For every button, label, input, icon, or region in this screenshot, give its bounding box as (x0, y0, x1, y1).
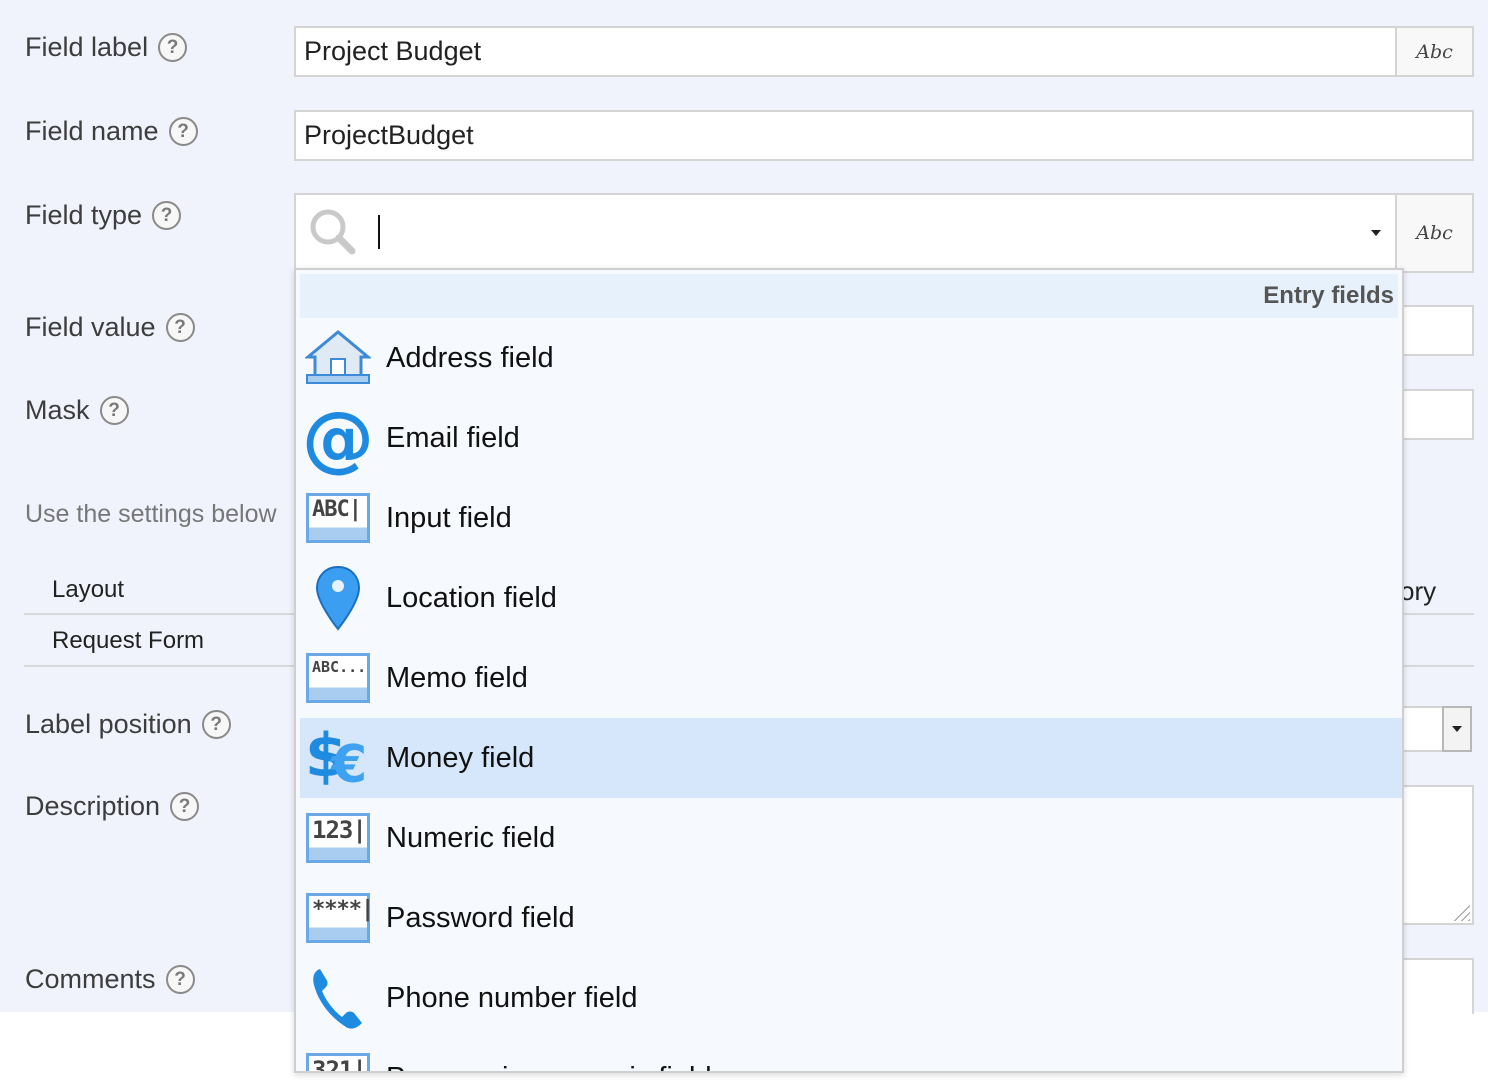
help-icon[interactable]: ? (168, 117, 198, 146)
option-progressive-numeric-field[interactable]: 321| Progressive numeric field (300, 1038, 1402, 1071)
mask-label: Mask ? (25, 395, 129, 426)
search-icon (310, 209, 356, 255)
option-input-field[interactable]: ABC | Input field (300, 478, 1402, 558)
group-header: Entry fields (300, 274, 1398, 318)
label-position-select[interactable] (1400, 706, 1444, 752)
at-sign-icon: @ (302, 396, 374, 480)
numeric-icon: 123 | (304, 804, 372, 872)
field-name-label: Field name ? (25, 116, 198, 147)
map-pin-icon (304, 564, 372, 632)
help-icon[interactable]: ? (170, 792, 200, 821)
layout-column-header: Layout (52, 576, 125, 603)
memo-icon: ABC... (304, 644, 372, 712)
progressive-numeric-icon: 321 | (304, 1044, 372, 1071)
option-address-field[interactable]: Address field (300, 318, 1402, 398)
field-value-label: Field value ? (25, 312, 195, 343)
help-icon[interactable]: ? (165, 965, 195, 994)
dropdown-arrow-icon[interactable] (1366, 223, 1386, 243)
help-icon[interactable]: ? (201, 710, 231, 739)
field-label-label: Field label ? (25, 32, 188, 63)
option-money-field[interactable]: $ € Money field (300, 718, 1402, 798)
localize-type-button[interactable]: Abc (1395, 193, 1474, 273)
settings-hint: Use the settings below (25, 500, 277, 528)
layout-row[interactable]: Request Form (52, 627, 204, 655)
help-icon[interactable]: ? (99, 396, 129, 425)
description-label: Description ? (25, 791, 200, 822)
help-icon[interactable]: ? (152, 201, 182, 230)
option-password-field[interactable]: **** | Password field (300, 878, 1402, 958)
option-numeric-field[interactable]: 123 | Numeric field (300, 798, 1402, 878)
comments-input[interactable] (1400, 958, 1474, 1014)
password-icon: **** | (304, 884, 374, 952)
option-memo-field[interactable]: ABC... Memo field (300, 638, 1402, 718)
field-type-combobox[interactable] (294, 193, 1397, 273)
field-type-label: Field type ? (25, 200, 182, 231)
house-icon (304, 324, 372, 392)
label-position-label: Label position ? (25, 709, 231, 740)
field-value-input[interactable] (1400, 305, 1474, 356)
field-name-input[interactable]: ProjectBudget (294, 110, 1474, 161)
field-label-input[interactable]: Project Budget (294, 26, 1397, 77)
text-cursor (378, 215, 380, 249)
mask-input[interactable] (1400, 389, 1474, 440)
phone-icon (304, 964, 372, 1032)
localize-label-button[interactable]: Abc (1395, 26, 1474, 77)
select-arrow-icon[interactable] (1442, 706, 1472, 752)
help-icon[interactable]: ? (158, 33, 188, 62)
option-location-field[interactable]: Location field (300, 558, 1402, 638)
currency-icon: $ € (305, 721, 368, 795)
input-abc-icon: ABC | (304, 484, 372, 552)
resize-handle-icon[interactable] (1452, 903, 1470, 921)
option-email-field[interactable]: @ Email field (300, 398, 1402, 478)
description-textarea[interactable] (1400, 785, 1474, 925)
option-phone-number-field[interactable]: Phone number field (300, 958, 1402, 1038)
field-type-dropdown[interactable]: Entry fields Address field @ Email field… (294, 268, 1404, 1073)
help-icon[interactable]: ? (165, 313, 195, 342)
comments-label: Comments ? (25, 964, 195, 995)
partial-column-header: ory (1400, 576, 1437, 606)
